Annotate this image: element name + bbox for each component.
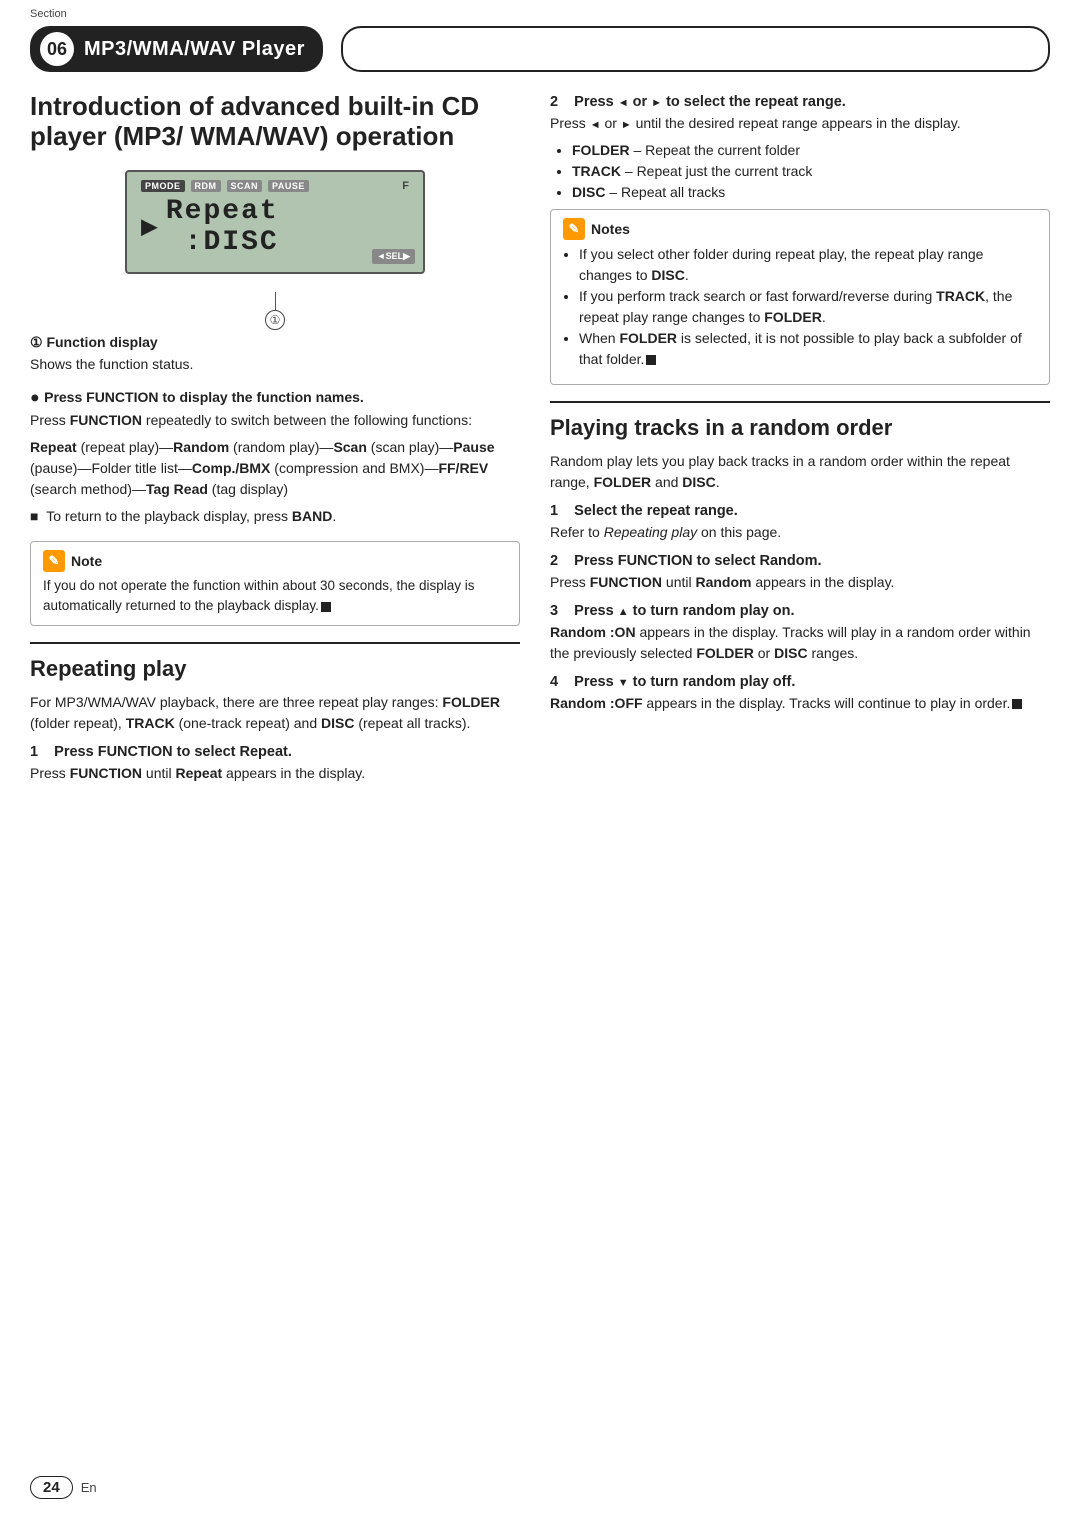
function-display-heading: ① ① Function display Function display [30,334,520,351]
header-right-box [341,26,1050,72]
rand-step4-body: Random :OFF appears in the display. Trac… [550,693,1050,714]
main-title: Introduction of advanced built-in CD pla… [30,92,520,152]
repeating-play-body: For MP3/WMA/WAV playback, there are thre… [30,692,520,734]
note-label: Note [71,553,102,569]
press-function-heading: ● Press FUNCTION to display the function… [30,389,520,407]
section-badge: 06 MP3/WMA/WAV Player [30,26,323,72]
notes-list: If you select other folder during repeat… [563,244,1037,370]
bullet-disc: DISC – Repeat all tracks [572,182,1050,203]
random-body: Random play lets you play back tracks in… [550,451,1050,493]
connector-line [275,292,276,310]
notes-box: ✎ Notes If you select other folder durin… [550,209,1050,385]
repeating-play-title: Repeating play [30,656,520,682]
bullet-track: TRACK – Repeat just the current track [572,161,1050,182]
rand-step3-body: Random :ON appears in the display. Track… [550,622,1050,664]
note-body: If you do not operate the function withi… [43,576,507,617]
note-2: If you perform track search or fast forw… [579,286,1037,328]
notes-icon: ✎ [563,218,585,240]
display-connector: ① [30,292,520,330]
page-footer: 24 En [30,1476,97,1499]
end-mark-2 [646,355,656,365]
bullet-folder: FOLDER – Repeat the current folder [572,140,1050,161]
press-function-body2: Repeat (repeat play)—Random (random play… [30,437,520,500]
press-function-body1: Press FUNCTION repeatedly to switch betw… [30,410,520,431]
page-body: Introduction of advanced built-in CD pla… [0,82,1080,790]
rp-step1-body: Press FUNCTION until Repeat appears in t… [30,763,520,784]
press-band-note: ■ To return to the playback display, pre… [30,506,520,527]
rand-step1-body: Refer to Repeating play on this page. [550,522,1050,543]
function-display-body: Shows the function status. [30,354,520,375]
note-header: ✎ Note [43,550,507,572]
section-label: Section [30,8,67,20]
note-icon: ✎ [43,550,65,572]
right-column: 2 Press or to select the repeat range. P… [550,82,1050,790]
notes-label: Notes [591,221,630,237]
right-section-divider [550,401,1050,403]
page-number: 24 [30,1476,73,1499]
section-divider [30,642,520,644]
section-title: MP3/WMA/WAV Player [84,38,305,61]
rp-step1-heading: 1 Press FUNCTION to select Repeat. [30,744,520,760]
display-play-icon: ▶ [141,209,160,244]
badge-scan: SCAN [227,180,263,192]
function-display-section: ① ① Function display Function display Sh… [30,334,520,375]
display-image-wrapper: PMODE RDM SCAN PAUSE F ▶ Repeat :DISC ◄S… [30,170,520,274]
note-3: When FOLDER is selected, it is not possi… [579,328,1037,370]
circle-number-1: ① [265,310,285,330]
rp-step2-bullets: FOLDER – Repeat the current folder TRACK… [550,140,1050,203]
badge-pmode: PMODE [141,180,185,192]
press-function-section: ● Press FUNCTION to display the function… [30,389,520,527]
note-1: If you select other folder during repeat… [579,244,1037,286]
section-number: 06 [40,32,74,66]
display-sel-button: ◄SEL▶ [372,249,415,264]
rand-step4-heading: 4 Press to turn random play off. [550,674,1050,690]
note-box: ✎ Note If you do not operate the functio… [30,541,520,626]
display-top-row: PMODE RDM SCAN PAUSE F [141,180,409,192]
display-f-label: F [402,180,409,192]
circle-indicator: ① [30,334,46,350]
language-indicator: En [81,1480,97,1495]
rand-step2-body: Press FUNCTION until Random appears in t… [550,572,1050,593]
page-header: Section 06 MP3/WMA/WAV Player [0,0,1080,72]
rand-step3-heading: 3 Press to turn random play on. [550,603,1050,619]
end-mark-3 [1012,699,1022,709]
badge-rdm: RDM [191,180,221,192]
notes-header: ✎ Notes [563,218,1037,240]
badge-pause: PAUSE [268,180,309,192]
display-box: PMODE RDM SCAN PAUSE F ▶ Repeat :DISC ◄S… [125,170,425,274]
end-mark [321,602,331,612]
rp-step2-body: Press ◄ or ► until the desired repeat ra… [550,113,1050,134]
rand-step1-heading: 1 Select the repeat range. [550,503,1050,519]
rand-step2-heading: 2 Press FUNCTION to select Random. [550,553,1050,569]
rp-step2-heading: 2 Press or to select the repeat range. [550,94,1050,110]
left-column: Introduction of advanced built-in CD pla… [30,82,520,790]
random-title: Playing tracks in a random order [550,415,1050,441]
display-main-text: ▶ Repeat :DISC [141,196,409,258]
